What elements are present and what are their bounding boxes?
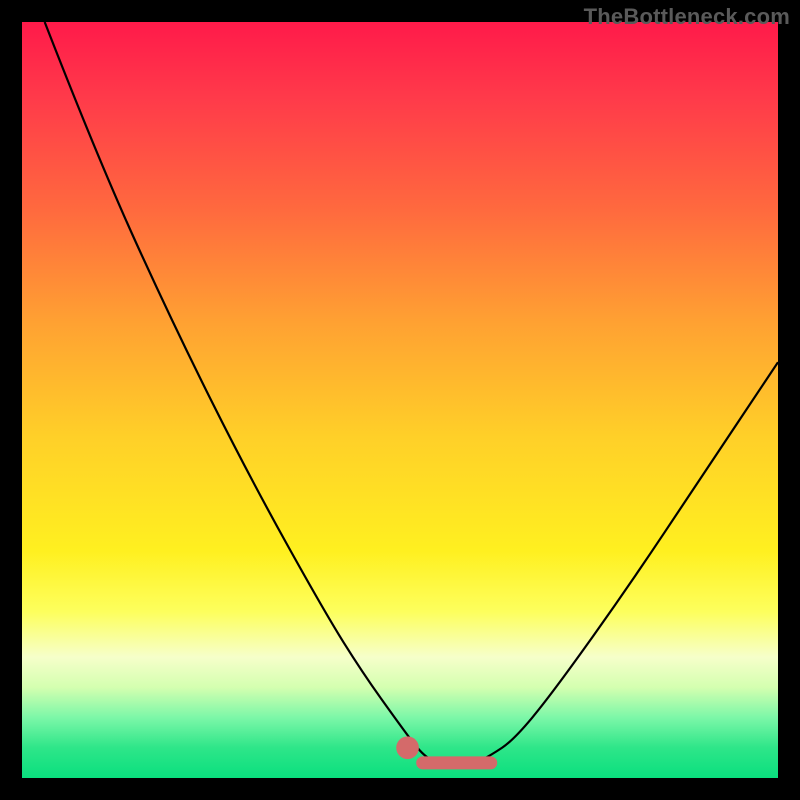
bottleneck-curve [22,22,778,778]
chart-area [22,22,778,778]
watermark-label: TheBottleneck.com [584,4,790,30]
